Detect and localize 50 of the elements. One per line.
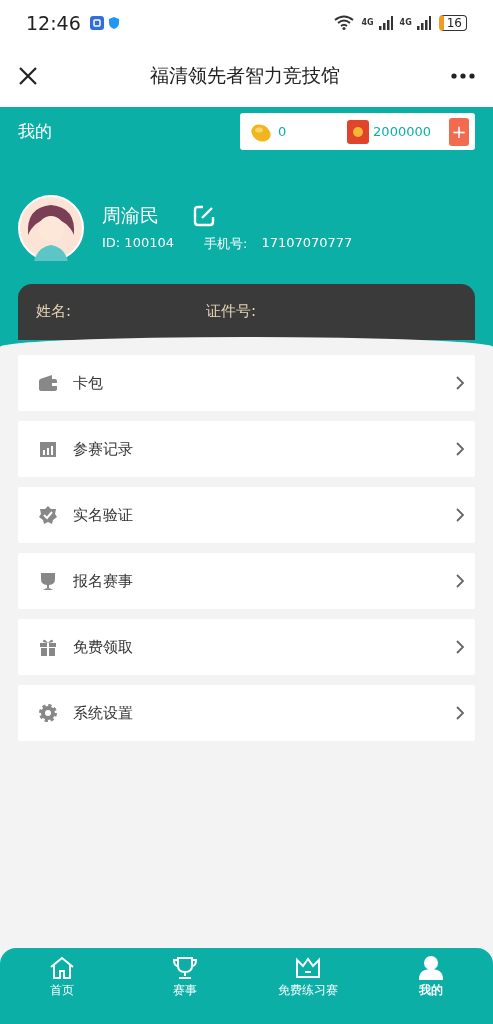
menu-item[interactable]: 免费领取 [18,619,475,675]
section-title: 我的 [18,120,52,143]
user-id: ID: 100104 [102,235,174,252]
close-icon[interactable] [18,66,38,86]
gift-icon [38,637,58,657]
chevron-right-icon [455,573,465,589]
chevron-right-icon [455,639,465,655]
network-label: 4G [399,18,412,27]
avatar-icon [18,195,84,261]
chevron-right-icon [455,441,465,457]
battery-level: 16 [438,14,467,31]
trophy-icon [38,571,58,591]
edit-icon[interactable] [193,205,215,227]
menu-item[interactable]: 参赛记录 [18,421,475,477]
user-name: 周渝民 [102,203,159,228]
wifi-icon [334,15,355,30]
badge-check-icon [38,505,58,525]
page-title: 福清领先者智力竞技馆 [149,63,340,88]
envelope-icon [347,119,370,144]
phone-number: 17107070777 [261,235,353,252]
signal-icon [378,15,393,30]
chevron-right-icon [455,375,465,391]
status-time: 12:46 [26,11,81,34]
menu-item[interactable]: 报名赛事 [18,553,475,609]
coupon-count: 2000000 [373,124,431,139]
menu-label: 报名赛事 [73,571,134,591]
person-icon [417,956,446,980]
trophy-icon [170,956,199,980]
menu-item[interactable]: 卡包 [18,355,475,411]
menu-label: 实名验证 [73,505,134,525]
certificate-label: 证件号: [206,302,257,322]
phone-label: 手机号: [204,235,248,253]
menu-label: 参赛记录 [73,439,134,459]
crown-icon [294,956,323,980]
gear-icon [38,703,58,723]
menu-label: 卡包 [73,373,104,393]
menu-label: 系统设置 [73,703,134,723]
more-icon[interactable] [451,73,475,79]
menu-label: 免费领取 [73,637,134,657]
chevron-right-icon [455,705,465,721]
shield-icon [108,16,119,29]
bean-count: 0 [278,124,287,139]
chevron-right-icon [455,507,465,523]
signal-icon [416,15,431,30]
menu-item[interactable]: 系统设置 [18,685,475,741]
wallet-icon [38,373,58,393]
menu-item[interactable]: 实名验证 [18,487,475,543]
network-label: 4G [361,18,374,27]
app-notification-icon [89,15,104,30]
name-label: 姓名: [36,302,72,322]
